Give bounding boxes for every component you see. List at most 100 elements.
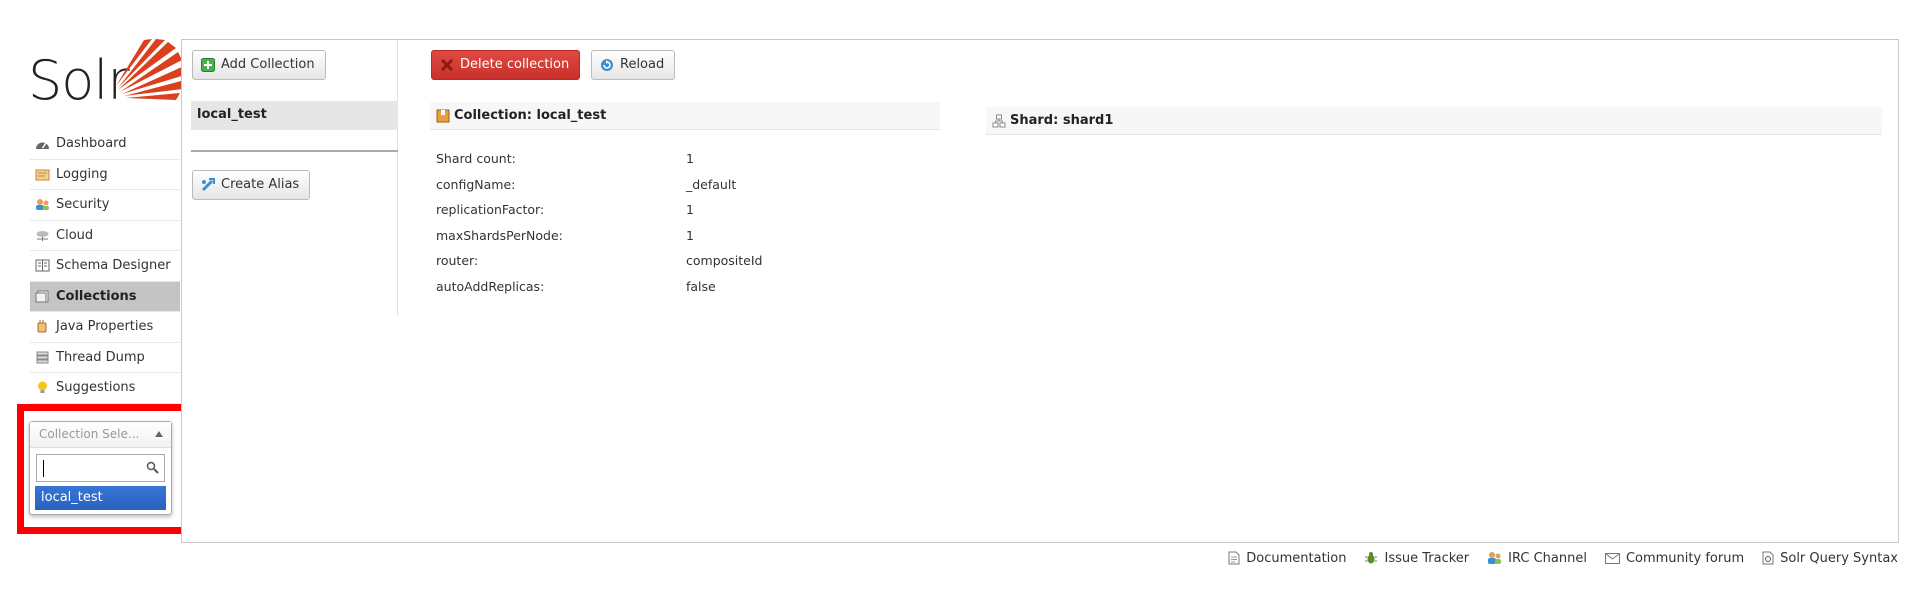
nav-item-schema-designer[interactable]: Schema Designer [30,251,180,282]
collection-details-panel: Collection: local_test Shard count: 1 co… [430,102,940,299]
reload-label: Reload [620,57,665,72]
property-key: router: [436,253,479,268]
nav-item-suggestions[interactable]: Suggestions [30,373,180,404]
users-icon [1488,552,1502,564]
solr-sun-icon [116,39,185,100]
main-content: Add Collection local_test Create Alias D… [181,39,1899,543]
delete-collection-label: Delete collection [460,57,570,72]
shard-header-title: Shard: shard1 [1010,113,1114,128]
chevron-up-icon [155,431,163,437]
property-key: maxShardsPerNode: [436,227,563,243]
logging-icon [35,169,50,180]
shard-panel: Shard: shard1 [986,107,1882,135]
collection-header: Collection: local_test [430,102,940,130]
query-syntax-icon [1762,551,1774,565]
footer-link-label: Issue Tracker [1384,550,1470,566]
footer-link-label: Documentation [1246,550,1347,566]
nav-item-collections[interactable]: Collections [30,281,180,312]
java-properties-icon [37,320,47,333]
cloud-icon [36,230,49,241]
collection-properties: Shard count: 1 configName: _default repl… [430,146,940,299]
collection-option-label: local_test [41,490,103,505]
footer-link-issue-tracker[interactable]: Issue Tracker [1364,550,1469,566]
delete-icon [440,58,454,72]
property-value: 1 [686,227,694,243]
delete-collection-button[interactable]: Delete collection [431,50,581,80]
text-cursor [43,460,44,477]
reload-button[interactable]: Reload [591,50,676,80]
nav-item-label: Cloud [56,227,94,243]
property-row: replicationFactor: 1 [430,197,940,223]
add-icon [201,58,215,72]
property-value: compositeId [686,253,763,268]
property-row: autoAddReplicas: false [430,274,940,300]
nav-item-label: Java Properties [56,319,154,334]
schema-designer-icon [35,259,50,272]
footer-link-irc-channel[interactable]: IRC Channel [1487,550,1587,566]
security-icon [36,199,49,210]
create-alias-button[interactable]: Create Alias [192,170,311,200]
thread-dump-icon [36,351,49,363]
add-collection-button[interactable]: Add Collection [192,50,326,80]
nav-item-label: Schema Designer [56,258,171,273]
reload-icon [601,59,613,71]
footer-link-label: Solr Query Syntax [1780,550,1898,566]
property-value: false [686,278,716,294]
footer-link-documentation[interactable]: Documentation [1228,550,1346,566]
nav-item-label: Collections [56,288,137,304]
property-value: _default [686,176,737,192]
list-divider [191,150,398,152]
nav-item-security[interactable]: Security [30,190,180,221]
collection-search-input[interactable] [37,455,137,481]
document-icon [1228,551,1240,565]
collection-box-icon [436,109,450,123]
nav-item-thread-dump[interactable]: Thread Dump [30,343,180,373]
nav-item-label: Logging [56,166,108,182]
footer-links: Documentation Issue Tracker IRC Channel … [1228,550,1898,566]
property-row: configName: _default [430,172,940,198]
mail-icon [1604,552,1620,564]
property-key: configName: [436,176,516,192]
collections-icon [35,290,49,302]
suggestions-icon [38,381,47,393]
collection-selector-toggle[interactable]: Collection Sele... [30,422,171,448]
collection-list-item-local-test[interactable]: local_test [191,101,398,130]
add-collection-label: Add Collection [221,57,315,72]
property-value: 1 [686,151,694,166]
collection-header-title: Collection: local_test [454,108,607,123]
collection-selector-placeholder: Collection Sele... [39,427,140,441]
property-key: autoAddReplicas: [436,278,545,294]
property-row: Shard count: 1 [430,146,940,172]
footer-link-solr-query-syntax[interactable]: Solr Query Syntax [1762,550,1898,566]
search-icon [146,461,159,474]
create-alias-icon [201,178,215,192]
property-value: 1 [686,202,694,217]
property-key: replicationFactor: [436,202,545,217]
collection-selector[interactable]: Collection Sele... local_test [29,421,172,515]
dashboard-icon [36,142,49,149]
nav-item-label: Security [56,197,110,212]
collection-list-item-label: local_test [197,107,267,122]
nav-item-label: Dashboard [56,136,127,151]
footer-link-label: Community forum [1625,550,1745,566]
nav-item-label: Suggestions [56,380,136,395]
main-nav: Dashboard Logging Security Cloud Schema … [30,129,180,404]
create-alias-label: Create Alias [221,177,300,192]
property-row: router: compositeId [430,248,940,274]
nav-item-label: Thread Dump [56,349,145,365]
nav-item-java-properties[interactable]: Java Properties [30,312,180,343]
nav-item-dashboard[interactable]: Dashboard [30,129,180,160]
solr-logo[interactable]: Solr [28,38,185,108]
footer-link-community-forum[interactable]: Community forum [1604,550,1745,566]
collection-search-box[interactable] [36,454,165,482]
footer-link-label: IRC Channel [1508,550,1587,566]
nav-item-cloud[interactable]: Cloud [30,221,180,251]
collections-list-column: Add Collection local_test Create Alias [182,40,398,315]
collection-option-local-test[interactable]: local_test [35,486,166,510]
nav-item-logging[interactable]: Logging [30,160,180,190]
shard-icon [992,114,1006,128]
shard-header[interactable]: Shard: shard1 [986,107,1882,135]
property-row: maxShardsPerNode: 1 [430,223,940,249]
property-key: Shard count: [436,151,516,166]
bug-icon [1365,552,1378,564]
